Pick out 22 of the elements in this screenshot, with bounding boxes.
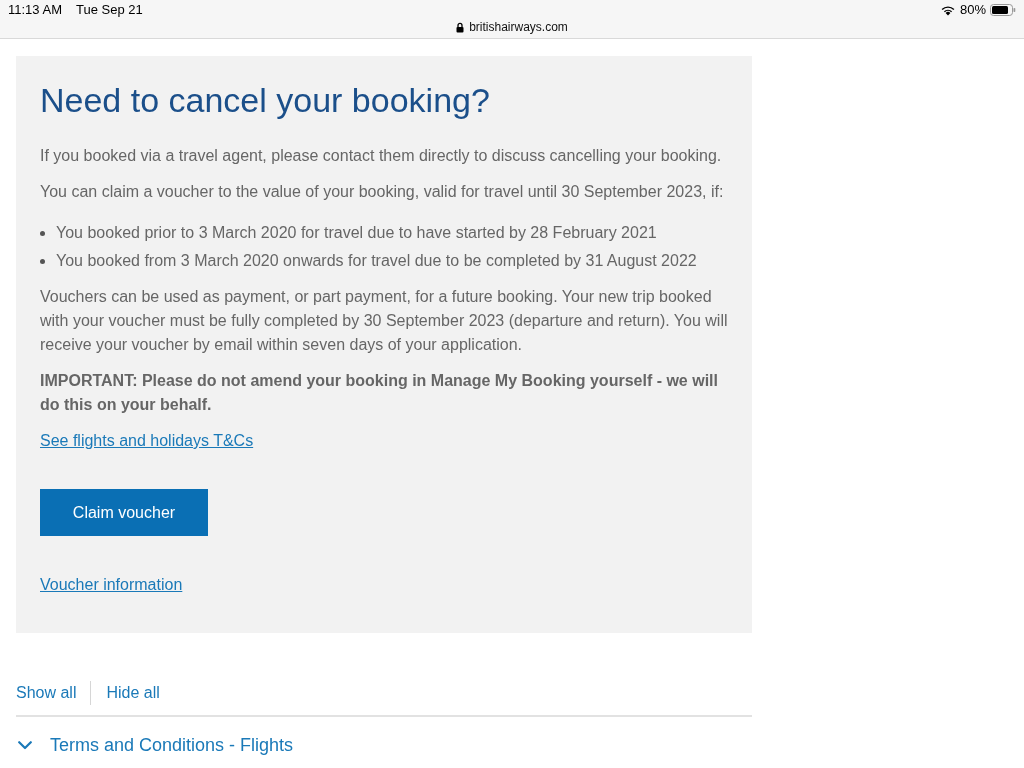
toggle-link[interactable]: Show all	[16, 681, 77, 705]
bullet-text: You booked prior to 3 March 2020 for travel due to have started by 28 February 2021	[56, 223, 657, 243]
body-text: If you booked via a travel agent, please contact them directly to discuss cancelling your booking.	[40, 146, 723, 166]
toggle-link[interactable]: Hide all	[106, 681, 160, 705]
status-date: Tue Sep 21	[75, 2, 143, 18]
terms-link[interactable]: See flights and holidays T&Cs	[40, 432, 254, 449]
lock-icon	[456, 21, 465, 33]
voucher-info-link[interactable]: Voucher information	[40, 576, 183, 593]
wifi-icon	[939, 4, 956, 16]
bullet-icon	[40, 230, 45, 236]
battery-percentage: 80%	[959, 2, 986, 18]
body-text: Vouchers can be used as payment, or part payment, for a future booking. Your new trip booked with your voucher must be fully completed by 30 September 2023 (departure and return). You will receive your voucher by email within seven days of your application.	[40, 287, 729, 355]
important-notice: IMPORTANT: Please do not amend your booking in Manage My Booking yourself - we will do this on your behalf.	[40, 371, 719, 415]
bullet-icon	[40, 258, 45, 264]
status-time: 11:13 AM	[8, 2, 62, 18]
accordion-header[interactable]: Terms and Conditions - Flights	[50, 733, 294, 757]
panel-heading: Need to cancel your booking?	[40, 80, 491, 120]
address-bar-url[interactable]: britishairways.com	[469, 19, 568, 35]
body-text: You can claim a voucher to the value of your booking, valid for travel until 30 September 2023, if:	[40, 182, 725, 202]
battery-icon	[990, 4, 1016, 16]
bullet-text: You booked from 3 March 2020 onwards for travel due to be completed by 31 August 2022	[56, 251, 697, 271]
claim-voucher-button[interactable]: Claim voucher	[40, 489, 208, 536]
